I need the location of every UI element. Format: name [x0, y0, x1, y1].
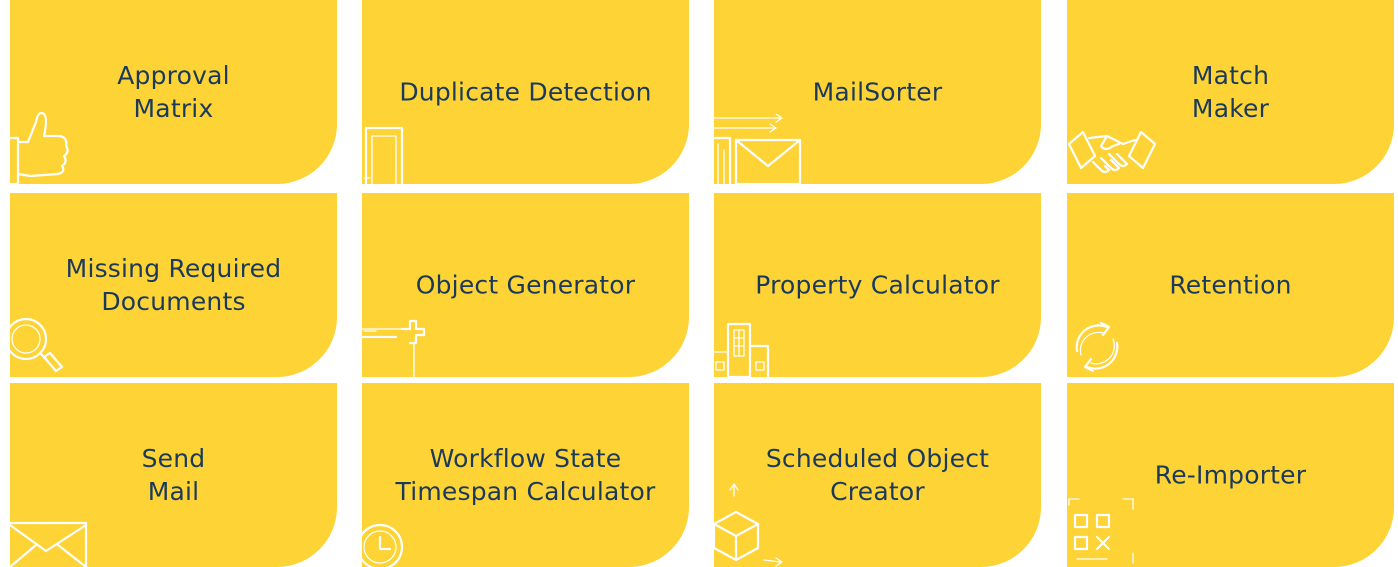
- tile-object-generator[interactable]: Object Generator: [362, 193, 689, 377]
- add-object-icon: [362, 317, 432, 377]
- clock-icon: [362, 517, 412, 567]
- thumbs-up-icon: [10, 104, 70, 184]
- magnifier-icon: [10, 317, 70, 377]
- handshake-icon: [1067, 124, 1157, 184]
- tile-duplicate-detection[interactable]: Duplicate Detection: [362, 0, 689, 184]
- envelope-icon: [10, 517, 90, 567]
- tile-send-mail[interactable]: Send Mail: [10, 383, 337, 567]
- tile-label: Send Mail: [141, 444, 206, 506]
- tile-property-calculator[interactable]: Property Calculator: [714, 193, 1041, 377]
- tile-match-maker[interactable]: Match Maker: [1067, 0, 1394, 184]
- tile-label: Workflow State Timespan Calculator: [395, 444, 656, 506]
- tile-label: Re-Importer: [1154, 460, 1307, 490]
- tile-mailsorter[interactable]: MailSorter: [714, 0, 1041, 184]
- tile-missing-required-documents[interactable]: Missing Required Documents: [10, 193, 337, 377]
- tile-workflow-state-timespan-calculator[interactable]: Workflow State Timespan Calculator: [362, 383, 689, 567]
- tile-label: Duplicate Detection: [399, 77, 652, 107]
- tile-label: Object Generator: [415, 270, 636, 300]
- tile-label: Missing Required Documents: [65, 254, 282, 316]
- tile-re-importer[interactable]: Re-Importer: [1067, 383, 1394, 567]
- refresh-icon: [1067, 317, 1127, 377]
- tile-retention[interactable]: Retention: [1067, 193, 1394, 377]
- cube-icon: [714, 482, 794, 567]
- qr-scan-icon: [1067, 497, 1147, 567]
- tile-label: Retention: [1169, 270, 1292, 300]
- buildings-icon: [714, 322, 784, 377]
- tile-approval-matrix[interactable]: Approval Matrix: [10, 0, 337, 184]
- documents-icon: [362, 124, 412, 184]
- tile-label: MailSorter: [812, 77, 943, 107]
- tile-scheduled-object-creator[interactable]: Scheduled Object Creator: [714, 383, 1041, 567]
- app-tile-grid: Approval Matrix Duplicate Detection Mail…: [10, 0, 1398, 567]
- tile-label: Property Calculator: [755, 270, 1000, 300]
- envelopes-icon: [714, 114, 809, 184]
- tile-label: Match Maker: [1191, 61, 1270, 123]
